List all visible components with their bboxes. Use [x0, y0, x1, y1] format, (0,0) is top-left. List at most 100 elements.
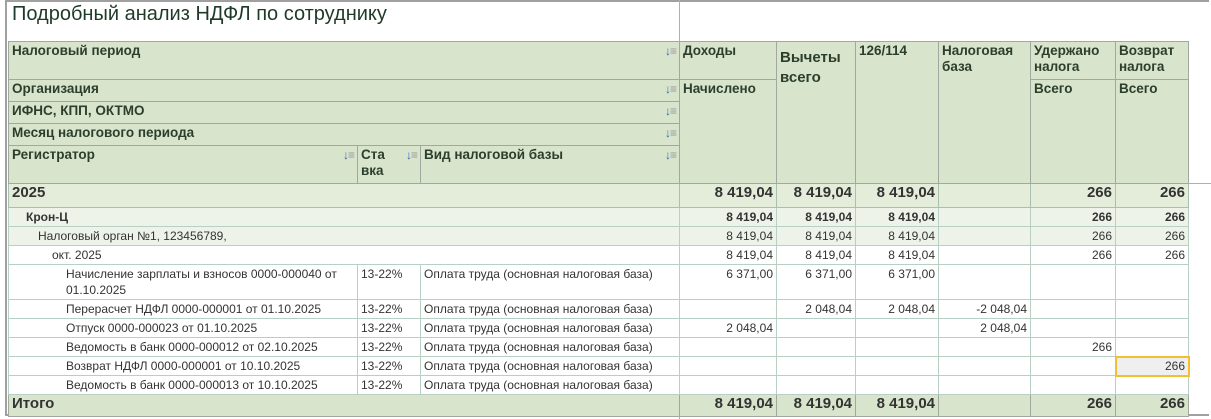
cell-deductions[interactable] — [776, 356, 856, 376]
cell-base[interactable]: 2 048,04 — [938, 318, 1031, 338]
header-refund-total[interactable]: Всего — [1115, 79, 1189, 184]
cell-base[interactable] — [938, 183, 1031, 208]
cell-126[interactable] — [855, 337, 939, 357]
cell-income[interactable]: 8 419,04 — [679, 183, 777, 208]
cell-withheld[interactable] — [1030, 318, 1116, 338]
detail-row[interactable]: Отпуск 0000-000023 от 01.10.2025 13-22% Оп… — [8, 318, 1189, 338]
header-126-114[interactable]: 126/114 — [855, 41, 939, 184]
cell-refund[interactable]: 266 — [1115, 226, 1189, 246]
cell-refund[interactable] — [1115, 299, 1189, 319]
cell-withheld[interactable]: 266 — [1030, 226, 1116, 246]
cell-base[interactable] — [938, 375, 1031, 395]
cell-base[interactable] — [938, 264, 1031, 300]
header-withheld-total[interactable]: Всего — [1030, 79, 1116, 184]
cell-income[interactable] — [679, 356, 777, 376]
cell-refund[interactable]: 266 — [1115, 245, 1189, 265]
cell-income[interactable]: 8 419,04 — [679, 207, 777, 227]
cell-deductions[interactable]: 2 048,04 — [776, 299, 856, 319]
cell-base[interactable] — [938, 207, 1031, 227]
cell-deductions[interactable] — [776, 375, 856, 395]
cell-126[interactable]: 8 419,04 — [855, 183, 939, 208]
cell-base[interactable]: -2 048,04 — [938, 299, 1031, 319]
cell-refund[interactable] — [1115, 337, 1189, 357]
header-accrued[interactable]: Начислено — [679, 79, 777, 184]
header-withheld[interactable]: Удержано налога — [1030, 41, 1116, 80]
header-org[interactable]: ↓≡ Организация — [8, 79, 680, 102]
cell-withheld[interactable]: 266 — [1030, 207, 1116, 227]
cell-base-kind[interactable]: Оплата труда (основная налоговая база) — [420, 318, 680, 338]
cell-deductions[interactable]: 8 419,04 — [776, 183, 856, 208]
header-income[interactable]: Доходы — [679, 41, 777, 80]
cell-withheld[interactable] — [1030, 299, 1116, 319]
cell-refund[interactable]: 266 — [1115, 394, 1189, 417]
cell-rate[interactable]: 13-22% — [357, 318, 421, 338]
cell-withheld[interactable]: 266 — [1030, 183, 1116, 208]
total-row[interactable]: Итого 8 419,04 8 419,04 8 419,04 266 266 — [8, 394, 1189, 417]
cell-rate[interactable]: 13-22% — [357, 375, 421, 395]
cell-rate[interactable]: 13-22% — [357, 337, 421, 357]
cell-126[interactable] — [855, 318, 939, 338]
sort-icon[interactable]: ↓≡ — [665, 103, 677, 119]
cell-deductions[interactable] — [776, 337, 856, 357]
cell-126[interactable]: 8 419,04 — [855, 207, 939, 227]
detail-row[interactable]: Ведомость в банк 0000-000013 от 10.10.20… — [8, 375, 1189, 395]
cell-126[interactable]: 8 419,04 — [855, 245, 939, 265]
cell-refund[interactable]: 266 — [1115, 207, 1189, 227]
cell-126[interactable] — [855, 356, 939, 376]
cell-refund[interactable] — [1115, 318, 1189, 338]
cell-refund[interactable] — [1115, 264, 1189, 300]
cell-deductions[interactable]: 8 419,04 — [776, 226, 856, 246]
cell-income[interactable] — [679, 299, 777, 319]
cell-registrar[interactable]: Отпуск 0000-000023 от 01.10.2025 — [8, 318, 358, 338]
cell-deductions[interactable]: 8 419,04 — [776, 207, 856, 227]
header-deductions[interactable]: Вычеты всего — [776, 41, 856, 184]
header-month[interactable]: ↓≡ Месяц налогового периода — [8, 123, 680, 146]
cell-base-kind[interactable]: Оплата труда (основная налоговая база) — [420, 299, 680, 319]
cell-income[interactable]: 6 371,00 — [679, 264, 777, 300]
header-ifns[interactable]: ↓≡ ИФНС, КПП, ОКТМО — [8, 101, 680, 124]
cell-126[interactable] — [855, 375, 939, 395]
cell-base[interactable] — [938, 394, 1031, 417]
header-refund[interactable]: Возврат налога — [1115, 41, 1189, 80]
sort-icon[interactable]: ↓≡ — [665, 147, 677, 163]
detail-row[interactable]: Ведомость в банк 0000-000012 от 02.10.20… — [8, 337, 1189, 357]
cell-refund[interactable] — [1115, 375, 1189, 395]
cell-income[interactable]: 8 419,04 — [679, 226, 777, 246]
cell-126[interactable]: 2 048,04 — [855, 299, 939, 319]
detail-row[interactable]: Начисление зарплаты и взносов 0000-00004… — [8, 264, 1189, 300]
cell-deductions[interactable]: 8 419,04 — [776, 394, 856, 417]
cell-withheld[interactable]: 266 — [1030, 337, 1116, 357]
cell-rate[interactable]: 13-22% — [357, 356, 421, 376]
cell-registrar[interactable]: Начисление зарплаты и взносов 0000-00004… — [8, 264, 358, 300]
cell-registrar[interactable]: Перерасчет НДФЛ 0000-000001 от 01.10.202… — [8, 299, 358, 319]
cell-base-kind[interactable]: Оплата труда (основная налоговая база) — [420, 375, 680, 395]
cell-126[interactable]: 6 371,00 — [855, 264, 939, 300]
cell-base[interactable] — [938, 356, 1031, 376]
cell-income[interactable]: 2 048,04 — [679, 318, 777, 338]
cell-base-kind[interactable]: Оплата труда (основная налоговая база) — [420, 337, 680, 357]
header-rate[interactable]: ↓≡ Ста вка — [357, 145, 421, 184]
cell-withheld[interactable] — [1030, 356, 1116, 376]
group-row-month[interactable]: окт. 2025 8 419,04 8 419,04 8 419,04 266 266 — [8, 245, 1189, 265]
cell-registrar[interactable]: Ведомость в банк 0000-000013 от 10.10.20… — [8, 375, 358, 395]
cell-deductions[interactable]: 6 371,00 — [776, 264, 856, 300]
header-base-kind[interactable]: ↓≡ Вид налоговой базы — [420, 145, 680, 184]
group-row-year[interactable]: 2025 8 419,04 8 419,04 8 419,04 266 266 — [8, 183, 1189, 208]
sort-icon[interactable]: ↓≡ — [665, 81, 677, 97]
sort-icon[interactable]: ↓≡ — [665, 125, 677, 141]
cell-refund[interactable]: 266 — [1115, 183, 1189, 208]
header-period[interactable]: ↓≡ Налоговый период — [8, 41, 680, 80]
cell-income[interactable] — [679, 375, 777, 395]
cell-rate[interactable]: 13-22% — [357, 264, 421, 300]
header-registrar[interactable]: ↓≡ Регистратор — [8, 145, 358, 184]
cell-withheld[interactable]: 266 — [1030, 245, 1116, 265]
cell-base[interactable] — [938, 245, 1031, 265]
detail-row[interactable]: Перерасчет НДФЛ 0000-000001 от 01.10.202… — [8, 299, 1189, 319]
cell-rate[interactable]: 13-22% — [357, 299, 421, 319]
cell-registrar[interactable]: Возврат НДФЛ 0000-000001 от 10.10.2025 — [8, 356, 358, 376]
sort-icon[interactable]: ↓≡ — [343, 147, 355, 163]
cell-withheld[interactable]: 266 — [1030, 394, 1116, 417]
cell-deductions[interactable]: 8 419,04 — [776, 245, 856, 265]
cell-base[interactable] — [938, 226, 1031, 246]
group-row-org[interactable]: Крон-Ц 8 419,04 8 419,04 8 419,04 266 266 — [8, 207, 1189, 227]
